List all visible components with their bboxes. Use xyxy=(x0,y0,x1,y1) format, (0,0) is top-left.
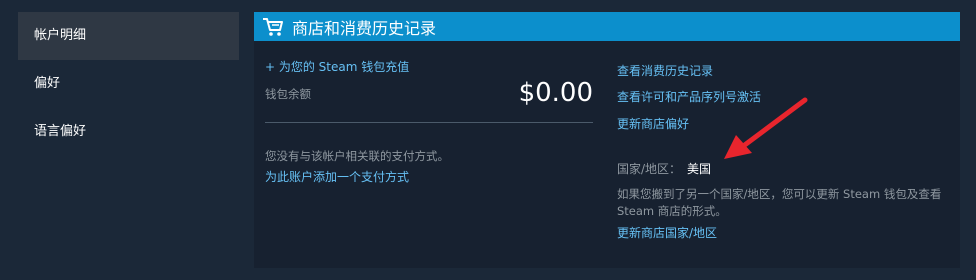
add-funds-link[interactable]: + 为您的 Steam 钱包充值 xyxy=(265,58,409,75)
no-payment-method-text: 您没有与该帐户相关联的支付方式。 xyxy=(265,149,449,163)
update-store-country-link[interactable]: 更新商店国家/地区 xyxy=(617,224,717,241)
wallet-balance-value: $0.00 xyxy=(518,78,593,108)
view-purchase-history-link[interactable]: 查看消费历史记录 xyxy=(617,62,713,79)
country-change-note: 如果您搬到了另一个国家/地区，您可以更新 Steam 钱包及查看 Steam 商… xyxy=(617,187,942,218)
sidebar-item-language-preferences[interactable]: 语言偏好 xyxy=(18,108,239,156)
country-value: 美国 xyxy=(687,162,712,176)
sidebar-item-preferences[interactable]: 偏好 xyxy=(18,60,239,108)
shopping-cart-icon xyxy=(263,17,283,36)
divider xyxy=(265,122,593,123)
country-label: 国家/地区： xyxy=(617,162,682,176)
update-store-preferences-link[interactable]: 更新商店偏好 xyxy=(617,115,689,132)
sidebar: 帐户明细 偏好 语言偏好 xyxy=(18,12,239,156)
panel-header: 商店和消费历史记录 xyxy=(254,12,960,41)
wallet-balance-label: 钱包余额 xyxy=(265,87,311,101)
add-payment-method-link[interactable]: 为此账户添加一个支付方式 xyxy=(265,168,409,185)
sidebar-item-account-details[interactable]: 帐户明细 xyxy=(18,12,239,60)
red-arrow-icon xyxy=(724,97,808,159)
panel-title: 商店和消费历史记录 xyxy=(292,18,437,38)
store-purchase-history-panel: 商店和消费历史记录 + 为您的 Steam 钱包充值 钱包余额 $0.00 您没… xyxy=(254,12,960,268)
country-row: 国家/地区： 美国 xyxy=(617,160,711,177)
